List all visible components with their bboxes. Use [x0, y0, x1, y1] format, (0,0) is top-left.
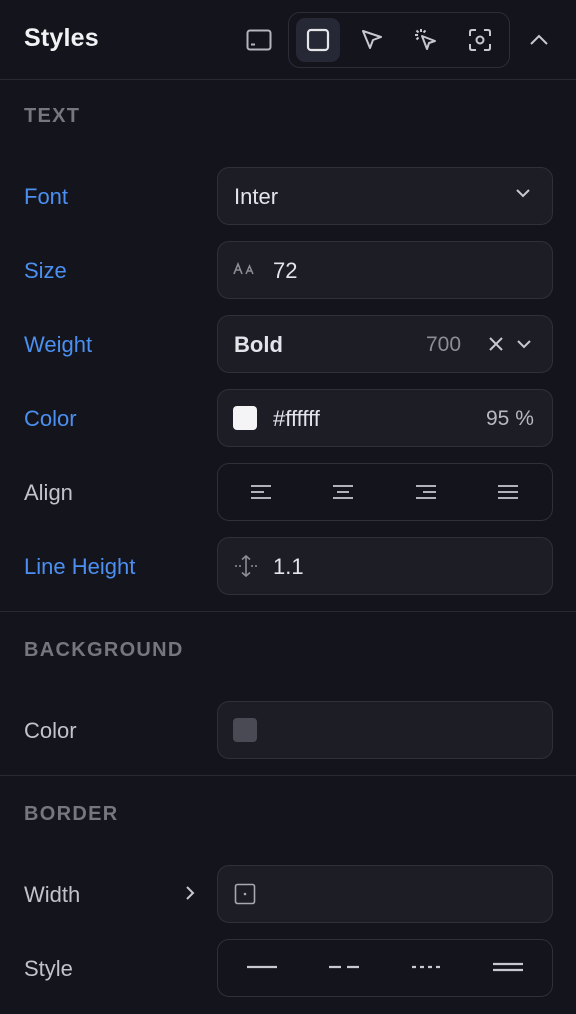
- align-right-icon[interactable]: [415, 484, 437, 500]
- square-icon: [306, 28, 330, 52]
- color-swatch[interactable]: [233, 406, 257, 430]
- section-divider: [0, 611, 576, 612]
- weight-label: Weight: [24, 332, 93, 357]
- border-dashed-icon[interactable]: [328, 962, 360, 972]
- focus-tool-button[interactable]: [458, 18, 502, 62]
- align-center-icon[interactable]: [332, 484, 354, 500]
- font-value: Inter: [234, 184, 279, 209]
- text-size-icon: [233, 262, 257, 276]
- border-style-label: Style: [24, 956, 73, 981]
- section-divider: [0, 775, 576, 776]
- clear-icon[interactable]: [488, 336, 504, 352]
- align-control: [217, 463, 553, 521]
- text-color-opacity: 95 %: [486, 407, 534, 430]
- size-label: Size: [24, 258, 67, 283]
- border-double-icon[interactable]: [492, 961, 524, 973]
- background-color-input[interactable]: [217, 701, 553, 759]
- background-color-label: Color: [24, 718, 77, 743]
- chevron-down-icon: [516, 339, 532, 349]
- size-input[interactable]: 72: [217, 241, 553, 299]
- chevron-down-icon: [515, 188, 531, 198]
- border-box-icon: [234, 883, 256, 905]
- focus-icon: [469, 29, 491, 51]
- text-color-value: #ffffff: [273, 406, 320, 431]
- font-label: Font: [24, 184, 69, 209]
- section-heading-border: BORDER: [24, 803, 119, 825]
- weight-numeric: 700: [426, 333, 462, 356]
- line-height-input[interactable]: 1.1: [217, 537, 553, 595]
- panel-header: Styles: [0, 0, 576, 80]
- section-heading-background: BACKGROUND: [24, 639, 184, 661]
- line-height-label: Line Height: [24, 554, 136, 579]
- border-width-label: Width: [24, 882, 81, 907]
- select-tool-button[interactable]: [350, 18, 394, 62]
- border-dotted-icon[interactable]: [410, 962, 442, 972]
- weight-select[interactable]: Bold 700: [217, 315, 553, 373]
- frame-icon: [246, 29, 272, 51]
- weight-value: Bold: [234, 332, 283, 357]
- font-select[interactable]: Inter: [217, 167, 553, 225]
- chevron-up-icon: [530, 34, 548, 45]
- collapse-button[interactable]: [517, 18, 561, 62]
- align-left-icon[interactable]: [250, 484, 272, 500]
- align-justify-icon[interactable]: [497, 484, 519, 500]
- border-style-control: [217, 939, 553, 997]
- cursor-click-icon: [415, 29, 436, 50]
- chevron-right-icon[interactable]: [184, 885, 196, 901]
- border-width-input[interactable]: [217, 865, 553, 923]
- text-color-label: Color: [24, 406, 77, 431]
- box-tool-button[interactable]: [296, 18, 340, 62]
- frame-icon-button[interactable]: [237, 18, 281, 62]
- align-label: Align: [24, 480, 73, 505]
- section-heading-text: TEXT: [24, 105, 81, 127]
- click-tool-button[interactable]: [404, 18, 448, 62]
- cursor-arrow-icon: [362, 30, 382, 49]
- size-value: 72: [273, 258, 298, 283]
- line-height-icon: [234, 554, 258, 578]
- border-solid-icon[interactable]: [246, 962, 278, 972]
- line-height-value: 1.1: [273, 554, 304, 579]
- panel-title: Styles: [24, 24, 99, 52]
- color-swatch[interactable]: [233, 718, 257, 742]
- text-color-input[interactable]: #ffffff 95 %: [217, 389, 553, 447]
